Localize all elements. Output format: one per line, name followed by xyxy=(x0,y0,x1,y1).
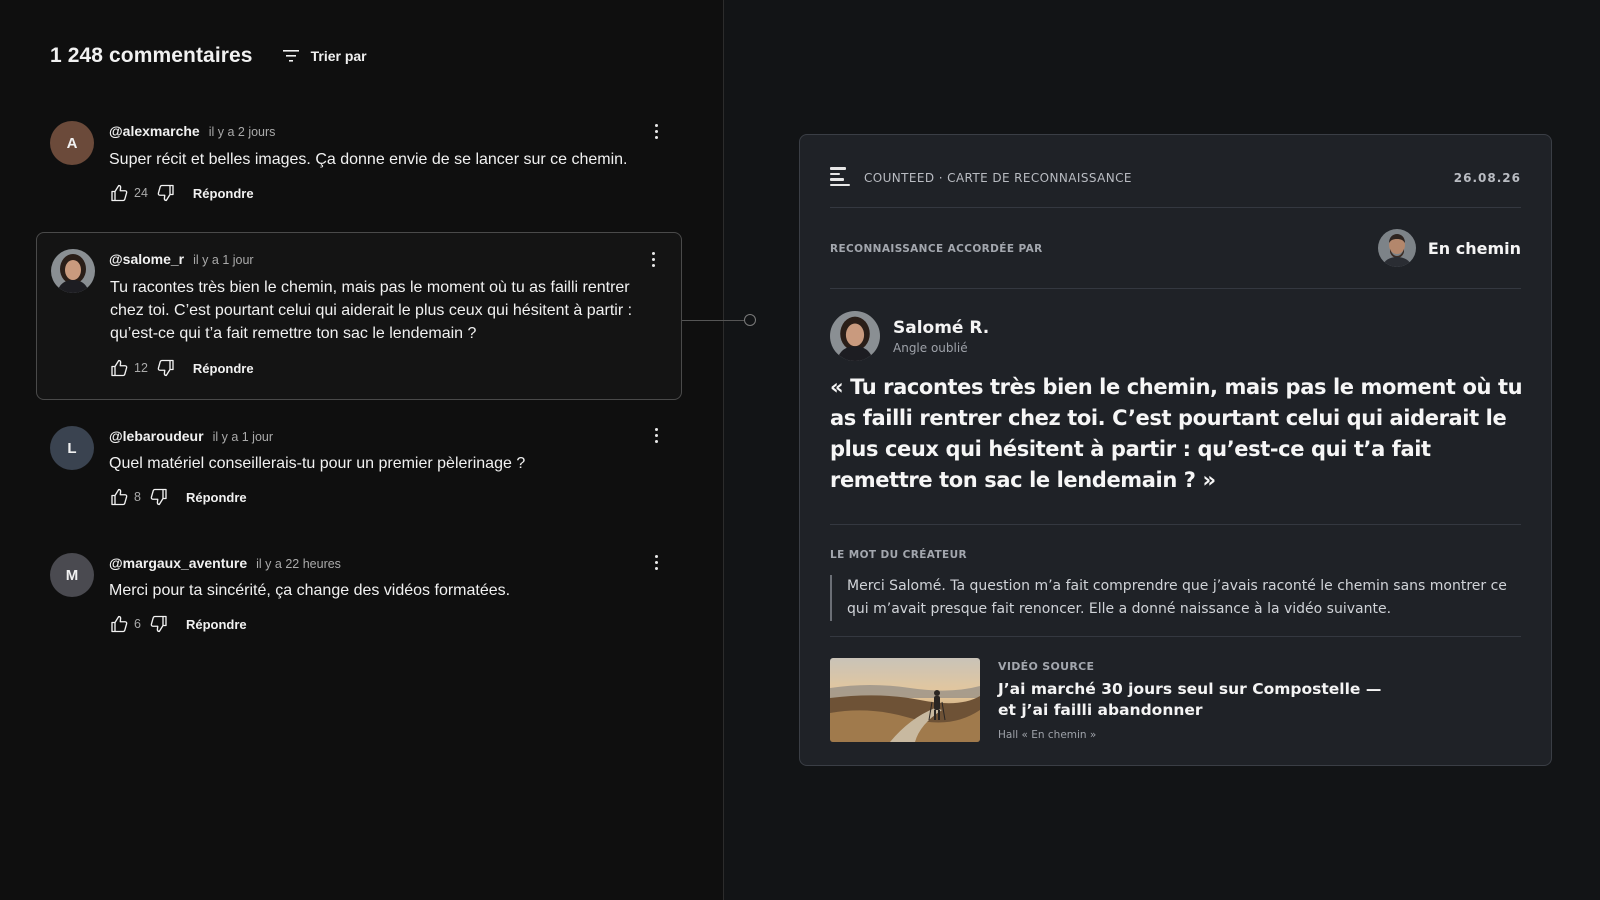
avatar-initial: M xyxy=(65,566,79,584)
divider xyxy=(830,207,1521,208)
portrait-photo-icon xyxy=(1377,229,1416,267)
comment-actions: 8 Répondre xyxy=(110,485,247,509)
reply-button[interactable]: Répondre xyxy=(193,361,254,376)
dislike-button[interactable] xyxy=(156,184,175,202)
granter-name: En chemin xyxy=(1427,238,1521,258)
card-brand-title: COUNTEED · CARTE DE RECONNAISSANCE xyxy=(864,171,1132,185)
more-options-icon[interactable] xyxy=(646,423,666,447)
counteed-logo-icon xyxy=(830,167,850,189)
like-button[interactable] xyxy=(110,184,129,202)
comment-time[interactable]: il y a 2 jours xyxy=(209,125,276,139)
avatar[interactable]: L xyxy=(50,426,94,470)
comment-text: Quel matériel conseillerais-tu pour un p… xyxy=(109,455,526,472)
comment-author[interactable]: @salome_r xyxy=(109,251,184,267)
person-role: Angle oublié xyxy=(893,340,968,355)
comment-time[interactable]: il y a 1 jour xyxy=(213,430,273,444)
portrait-photo-icon xyxy=(830,311,880,361)
sort-label: Trier par xyxy=(310,48,367,64)
connector-line xyxy=(682,320,745,321)
reply-button[interactable]: Répondre xyxy=(186,490,247,505)
comment-meta: @lebaroudeur il y a 1 jour xyxy=(109,428,273,444)
like-button[interactable] xyxy=(110,488,129,506)
hiker-landscape-image xyxy=(830,658,980,742)
comment-meta: @margaux_aventure il y a 22 heures xyxy=(109,555,341,571)
comments-count: 1 248 commentaires xyxy=(50,44,253,67)
video-source-label: VIDÉO SOURCE xyxy=(998,660,1095,673)
reply-button[interactable]: Répondre xyxy=(186,617,247,632)
connector-dot xyxy=(744,314,756,326)
comment-actions: 12 Répondre xyxy=(110,356,254,380)
thumbs-down-icon xyxy=(150,615,167,633)
divider xyxy=(830,288,1521,289)
divider xyxy=(830,524,1521,525)
granter: En chemin xyxy=(1377,229,1521,267)
like-button[interactable] xyxy=(110,359,129,377)
comment-author[interactable]: @lebaroudeur xyxy=(109,428,204,444)
person-avatar xyxy=(830,311,880,361)
person-name: Salomé R. xyxy=(893,317,990,338)
comment-meta: @salome_r il y a 1 jour xyxy=(109,251,254,267)
dislike-button[interactable] xyxy=(149,615,168,633)
creator-label: LE MOT DU CRÉATEUR xyxy=(830,549,968,561)
like-count: 24 xyxy=(134,186,148,200)
thumbs-down-icon xyxy=(157,359,174,377)
comment-actions: 6 Répondre xyxy=(110,612,247,636)
thumbs-down-icon xyxy=(157,184,174,202)
like-count: 6 xyxy=(134,617,141,631)
recognized-person: Salomé R. Angle oublié xyxy=(830,311,989,361)
reply-button[interactable]: Répondre xyxy=(193,186,254,201)
video-hall: Hall « En chemin » xyxy=(998,729,1097,741)
avatar[interactable]: A xyxy=(50,121,94,165)
card-header: COUNTEED · CARTE DE RECONNAISSANCE 26.08… xyxy=(830,161,1521,195)
granter-avatar xyxy=(1377,229,1416,267)
comment-text: Merci pour ta sincérité, ça change des v… xyxy=(109,582,511,599)
creator-message: Merci Salomé. Ta question m’a fait compr… xyxy=(830,575,1521,621)
sort-button[interactable]: Trier par xyxy=(282,48,367,64)
more-options-icon[interactable] xyxy=(643,247,663,271)
comment-actions: 24 Répondre xyxy=(110,181,254,205)
thumbs-up-icon xyxy=(111,488,128,506)
portrait-photo-icon xyxy=(51,249,95,293)
comment-time[interactable]: il y a 22 heures xyxy=(256,557,341,571)
video-title[interactable]: J’ai marché 30 jours seul sur Compostell… xyxy=(998,679,1398,721)
like-button[interactable] xyxy=(110,615,129,633)
comment-text: Super récit et belles images. Ça donne e… xyxy=(109,151,628,168)
recognition-quote: « Tu racontes très bien le chemin, mais … xyxy=(830,375,1523,492)
recognition-card: COUNTEED · CARTE DE RECONNAISSANCE 26.08… xyxy=(799,134,1552,766)
granted-label: RECONNAISSANCE ACCORDÉE PAR xyxy=(830,243,1043,255)
more-options-icon[interactable] xyxy=(646,550,666,574)
comments-header: 1 248 commentaires Trier par xyxy=(50,44,367,68)
comment-text: Tu racontes très bien le chemin, mais pa… xyxy=(110,279,633,342)
thumbs-up-icon xyxy=(111,359,128,377)
card-date: 26.08.26 xyxy=(1453,171,1521,185)
dislike-button[interactable] xyxy=(149,488,168,506)
dislike-button[interactable] xyxy=(156,359,175,377)
thumbs-up-icon xyxy=(111,615,128,633)
like-count: 12 xyxy=(134,361,148,375)
comment-author[interactable]: @alexmarche xyxy=(109,123,200,139)
video-info: VIDÉO SOURCE J’ai marché 30 jours seul s… xyxy=(998,658,1398,742)
sort-icon xyxy=(282,50,299,62)
avatar-initial: L xyxy=(67,439,77,457)
avatar-initial: A xyxy=(66,134,78,152)
comment-time[interactable]: il y a 1 jour xyxy=(193,253,253,267)
thumbs-up-icon xyxy=(111,184,128,202)
more-options-icon[interactable] xyxy=(646,119,666,143)
comment-meta: @alexmarche il y a 2 jours xyxy=(109,123,275,139)
source-video[interactable]: VIDÉO SOURCE J’ai marché 30 jours seul s… xyxy=(830,658,1521,742)
divider xyxy=(830,636,1521,637)
thumbs-down-icon xyxy=(150,488,167,506)
video-thumbnail[interactable] xyxy=(830,658,980,742)
avatar[interactable]: M xyxy=(50,553,94,597)
brand: COUNTEED · CARTE DE RECONNAISSANCE xyxy=(830,167,1132,189)
like-count: 8 xyxy=(134,490,141,504)
avatar[interactable] xyxy=(51,249,95,293)
comment-author[interactable]: @margaux_aventure xyxy=(109,555,247,571)
